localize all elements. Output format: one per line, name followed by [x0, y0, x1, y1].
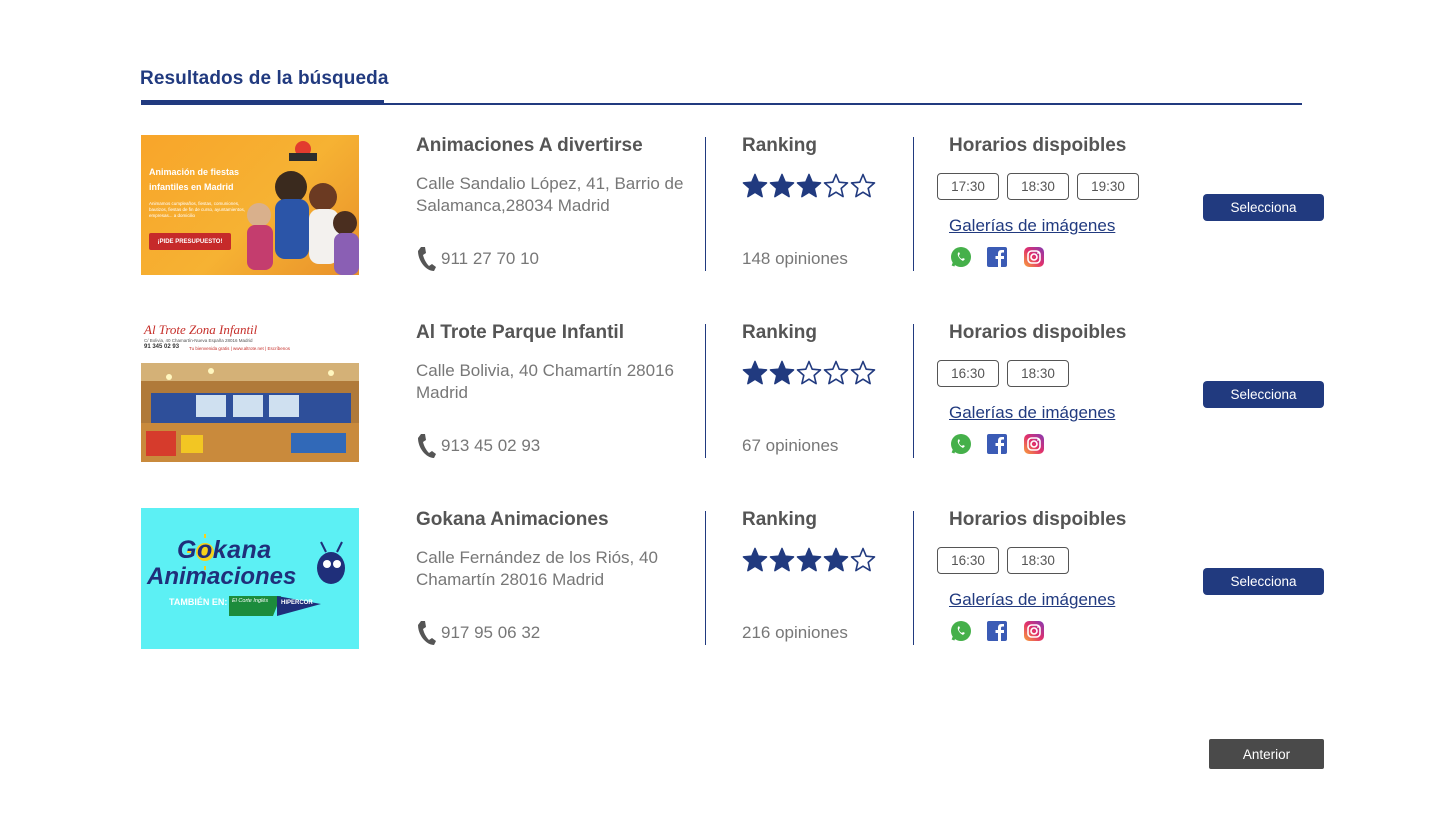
ranking-label: Ranking — [742, 135, 817, 156]
result-address: Calle Fernández de los Riós, 40 Chamartí… — [416, 548, 658, 589]
phone-icon — [418, 247, 436, 271]
star-filled-icon — [796, 547, 822, 572]
ad-cta: ¡PIDE PRESUPUESTO! — [149, 233, 231, 250]
instagram-icon[interactable] — [1023, 433, 1045, 455]
star-empty-icon — [850, 173, 876, 198]
star-empty-icon — [850, 547, 876, 572]
star-filled-icon — [823, 547, 849, 572]
opinions-count: 67 opiniones — [742, 436, 839, 455]
star-filled-icon — [742, 360, 768, 385]
time-slot-button[interactable]: 16:30 — [937, 360, 999, 387]
time-slot-button[interactable]: 16:30 — [937, 547, 999, 574]
time-slot-button[interactable]: 17:30 — [937, 173, 999, 200]
result-image[interactable]: Gokana Animaciones TAMBIÉN EN: El Corte … — [141, 508, 359, 649]
ranking-label: Ranking — [742, 322, 817, 343]
store-2: HIPERCOR — [281, 600, 313, 606]
result-phone: 911 27 70 10 — [441, 249, 539, 268]
ad-headline: Animación de fiestas infantiles en Madri… — [149, 167, 240, 192]
star-filled-icon — [769, 360, 795, 385]
phone-icon — [418, 434, 436, 458]
result-card: Animación de fiestas infantiles en Madri… — [0, 135, 1440, 280]
result-phone: 917 95 06 32 — [441, 623, 541, 642]
tambien-label: TAMBIÉN EN: — [169, 597, 228, 607]
time-slots: 17:30 18:30 19:30 — [937, 173, 1139, 200]
instagram-icon[interactable] — [1023, 246, 1045, 268]
time-slots: 16:30 18:30 — [937, 360, 1069, 387]
logo-line-2: Animaciones — [147, 563, 297, 590]
star-filled-icon — [769, 173, 795, 198]
star-empty-icon — [850, 360, 876, 385]
previous-page-button[interactable]: Anterior — [1209, 739, 1324, 769]
select-button[interactable]: Selecciona — [1203, 381, 1324, 408]
title-active-indicator — [141, 100, 384, 104]
time-slot-button[interactable]: 18:30 — [1007, 547, 1069, 574]
instagram-icon[interactable] — [1023, 620, 1045, 642]
star-filled-icon — [742, 173, 768, 198]
ad-links: Tu bienvenida gratis | www.altrote.net |… — [189, 346, 290, 351]
gallery-link[interactable]: Galerías de imágenes — [949, 590, 1115, 610]
rating-stars — [742, 173, 876, 199]
result-card: Gokana Animaciones TAMBIÉN EN: El Corte … — [0, 508, 1440, 654]
phone-icon — [418, 621, 436, 645]
facebook-icon[interactable] — [986, 246, 1008, 268]
store-1: El Corte Inglés — [232, 598, 269, 604]
column-divider — [705, 324, 706, 458]
horarios-label: Horarios dispoibles — [949, 322, 1127, 343]
result-name: Gokana Animaciones — [416, 509, 609, 530]
star-filled-icon — [742, 547, 768, 572]
logo-line-1: Gokana — [177, 536, 272, 564]
ad-headline: Al Trote Zona Infantil — [144, 322, 258, 337]
rating-stars — [742, 547, 876, 573]
ad-body: C/ Bolivia, 40 Chamartín-Nueva España 28… — [144, 338, 253, 343]
ad-body: Animamos cumpleaños, fiestas, comuniones… — [149, 201, 246, 218]
column-divider — [705, 137, 706, 271]
result-phone: 913 45 02 93 — [441, 436, 541, 455]
select-button[interactable]: Selecciona — [1203, 568, 1324, 595]
column-divider — [705, 511, 706, 645]
star-empty-icon — [823, 173, 849, 198]
time-slot-button[interactable]: 18:30 — [1007, 173, 1069, 200]
page-title: Resultados de la búsqueda — [140, 68, 389, 89]
ranking-label: Ranking — [742, 509, 817, 530]
horarios-label: Horarios dispoibles — [949, 509, 1127, 530]
facebook-icon[interactable] — [986, 433, 1008, 455]
column-divider — [913, 324, 914, 458]
star-empty-icon — [823, 360, 849, 385]
whatsapp-icon[interactable] — [950, 246, 972, 268]
whatsapp-icon[interactable] — [950, 433, 972, 455]
playroom-photo — [141, 363, 359, 462]
result-address: Calle Bolivia, 40 Chamartín 28016 Madrid — [416, 361, 674, 402]
star-empty-icon — [796, 360, 822, 385]
time-slot-button[interactable]: 18:30 — [1007, 360, 1069, 387]
star-filled-icon — [796, 173, 822, 198]
result-card: Al Trote Zona Infantil C/ Bolivia, 40 Ch… — [0, 322, 1440, 467]
facebook-icon[interactable] — [986, 620, 1008, 642]
result-address: Calle Sandalio López, 41, Barrio de Sala… — [416, 174, 684, 215]
result-name: Al Trote Parque Infantil — [416, 322, 624, 343]
rating-stars — [742, 360, 876, 386]
select-button[interactable]: Selecciona — [1203, 194, 1324, 221]
result-image[interactable]: Al Trote Zona Infantil C/ Bolivia, 40 Ch… — [141, 322, 359, 462]
gallery-link[interactable]: Galerías de imágenes — [949, 403, 1115, 423]
whatsapp-icon[interactable] — [950, 620, 972, 642]
ad-phone: 91 345 02 93 — [144, 344, 180, 350]
opinions-count: 216 opiniones — [742, 623, 848, 642]
time-slots: 16:30 18:30 — [937, 547, 1069, 574]
column-divider — [913, 137, 914, 271]
column-divider — [913, 511, 914, 645]
star-filled-icon — [769, 547, 795, 572]
gallery-link[interactable]: Galerías de imágenes — [949, 216, 1115, 236]
opinions-count: 148 opiniones — [742, 249, 848, 268]
result-image[interactable]: Animación de fiestas infantiles en Madri… — [141, 135, 359, 275]
result-name: Animaciones A divertirse — [416, 135, 643, 156]
horarios-label: Horarios dispoibles — [949, 135, 1127, 156]
time-slot-button[interactable]: 19:30 — [1077, 173, 1139, 200]
